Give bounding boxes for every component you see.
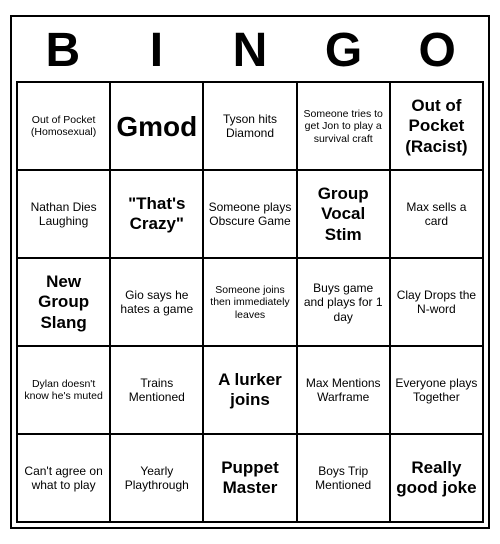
- bingo-card: B I N G O Out of Pocket (Homosexual)Gmod…: [10, 15, 490, 530]
- bingo-cell-16[interactable]: Trains Mentioned: [111, 347, 204, 435]
- bingo-cell-15[interactable]: Dylan doesn't know he's muted: [18, 347, 111, 435]
- bingo-cell-17[interactable]: A lurker joins: [204, 347, 297, 435]
- bingo-cell-18[interactable]: Max Mentions Warframe: [298, 347, 391, 435]
- bingo-cell-6[interactable]: "That's Crazy": [111, 171, 204, 259]
- bingo-header: B I N G O: [16, 21, 484, 82]
- bingo-cell-20[interactable]: Can't agree on what to play: [18, 435, 111, 523]
- bingo-cell-8[interactable]: Group Vocal Stim: [298, 171, 391, 259]
- bingo-cell-22[interactable]: Puppet Master: [204, 435, 297, 523]
- bingo-cell-11[interactable]: Gio says he hates a game: [111, 259, 204, 347]
- bingo-grid: Out of Pocket (Homosexual)GmodTyson hits…: [16, 81, 484, 523]
- bingo-cell-24[interactable]: Really good joke: [391, 435, 484, 523]
- bingo-cell-14[interactable]: Clay Drops the N-word: [391, 259, 484, 347]
- header-n: N: [203, 21, 297, 82]
- bingo-cell-7[interactable]: Someone plays Obscure Game: [204, 171, 297, 259]
- bingo-cell-9[interactable]: Max sells a card: [391, 171, 484, 259]
- bingo-cell-1[interactable]: Gmod: [111, 83, 204, 171]
- bingo-cell-3[interactable]: Someone tries to get Jon to play a survi…: [298, 83, 391, 171]
- header-i: I: [110, 21, 204, 82]
- bingo-cell-13[interactable]: Buys game and plays for 1 day: [298, 259, 391, 347]
- bingo-cell-2[interactable]: Tyson hits Diamond: [204, 83, 297, 171]
- bingo-cell-0[interactable]: Out of Pocket (Homosexual): [18, 83, 111, 171]
- bingo-cell-12[interactable]: Someone joins then immediately leaves: [204, 259, 297, 347]
- bingo-cell-10[interactable]: New Group Slang: [18, 259, 111, 347]
- bingo-cell-5[interactable]: Nathan Dies Laughing: [18, 171, 111, 259]
- header-g: G: [297, 21, 391, 82]
- header-o: O: [390, 21, 484, 82]
- bingo-cell-19[interactable]: Everyone plays Together: [391, 347, 484, 435]
- bingo-cell-21[interactable]: Yearly Playthrough: [111, 435, 204, 523]
- bingo-cell-4[interactable]: Out of Pocket (Racist): [391, 83, 484, 171]
- header-b: B: [16, 21, 110, 82]
- bingo-cell-23[interactable]: Boys Trip Mentioned: [298, 435, 391, 523]
